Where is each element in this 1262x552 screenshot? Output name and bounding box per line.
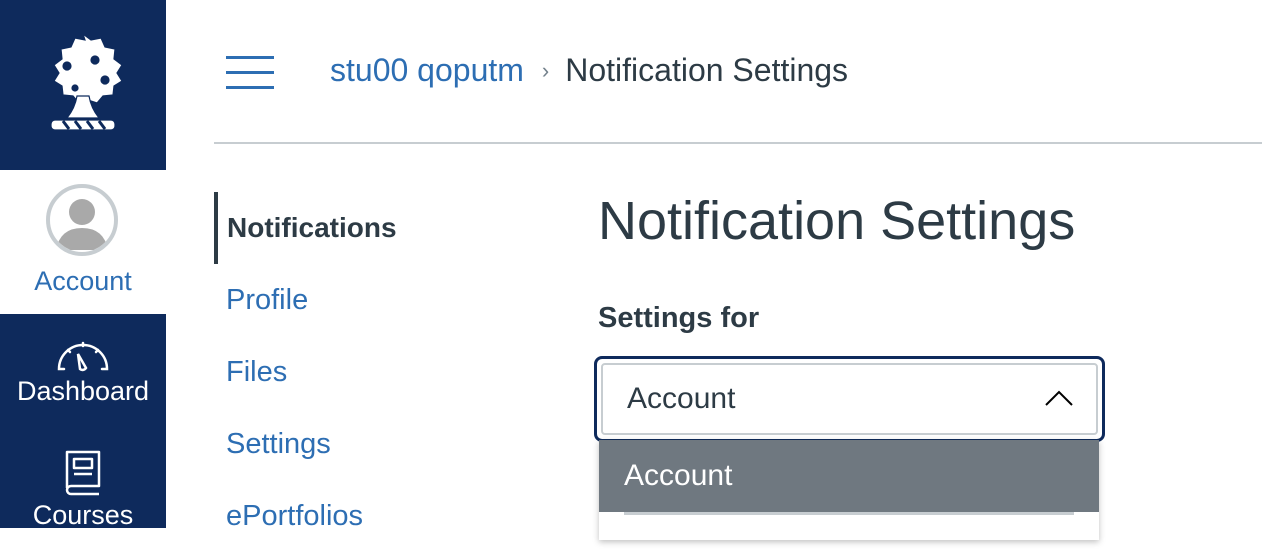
nav-item-dashboard[interactable]: Dashboard <box>0 336 166 407</box>
nav-item-account[interactable]: Account <box>0 170 166 314</box>
global-navigation: Account Dashboard Courses <box>0 0 166 531</box>
section-nav-eportfolios[interactable]: ePortfolios <box>214 480 554 552</box>
user-avatar-icon <box>46 184 118 256</box>
page-title: Notification Settings <box>598 191 1076 251</box>
dropdown-divider <box>624 512 1074 515</box>
section-nav-files[interactable]: Files <box>214 336 554 408</box>
breadcrumb-separator-icon: › <box>541 57 550 83</box>
nav-label-courses: Courses <box>32 500 134 530</box>
chevron-up-icon[interactable] <box>1044 389 1074 407</box>
oak-tree-logo-icon <box>50 32 123 131</box>
section-nav-settings[interactable]: Settings <box>214 408 554 480</box>
book-icon <box>65 450 101 496</box>
nav-label-dashboard: Dashboard <box>16 376 150 406</box>
settings-for-select[interactable]: Account <box>594 356 1105 442</box>
section-nav-notifications[interactable]: Notifications <box>214 192 554 264</box>
hamburger-icon-bar <box>226 71 274 74</box>
dropdown-option[interactable]: Account <box>599 440 1099 512</box>
breadcrumb: stu00 qoputm › Notification Settings <box>330 52 848 89</box>
hamburger-menu-button[interactable] <box>226 56 274 90</box>
hamburger-icon <box>226 56 274 59</box>
settings-for-label: Settings for <box>598 302 760 334</box>
nav-item-courses[interactable]: Courses <box>0 448 166 531</box>
nav-label-account: Account <box>34 266 132 296</box>
speedometer-icon <box>57 341 109 372</box>
institution-logo[interactable] <box>0 0 166 170</box>
settings-for-dropdown: Account <box>599 440 1099 540</box>
breadcrumb-current: Notification Settings <box>565 52 849 88</box>
section-navigation: Notifications Profile Files Settings ePo… <box>214 192 554 552</box>
header-divider <box>214 142 1262 144</box>
section-nav-profile[interactable]: Profile <box>214 264 554 336</box>
hamburger-icon-bar <box>226 86 274 89</box>
breadcrumb-link-user[interactable]: stu00 qoputm <box>330 52 524 89</box>
settings-for-select-input[interactable]: Account <box>601 363 1098 435</box>
select-value: Account <box>627 382 736 415</box>
